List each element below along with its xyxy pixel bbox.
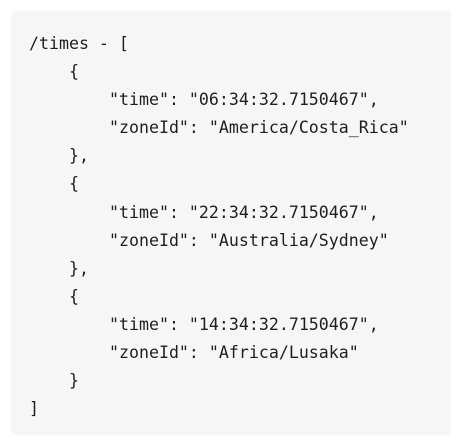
- code-line-close-brace: },: [69, 258, 89, 278]
- code-line-close-brace: }: [69, 371, 79, 391]
- code-line-open-brace: {: [69, 62, 79, 82]
- code-line-close-brace: },: [69, 146, 89, 166]
- code-line-time: "time": "06:34:32.7150467",: [109, 90, 379, 110]
- code-line-time: "time": "22:34:32.7150467",: [109, 202, 379, 222]
- code-line-endpoint: /times - [: [29, 34, 129, 53]
- code-line-open-brace: {: [69, 174, 79, 194]
- code-block: /times - [ { "time": "06:34:32.7150467",…: [11, 11, 451, 435]
- code-line-zone-id: "zoneId": "Australia/Sydney": [109, 230, 389, 250]
- code-line-zone-id: "zoneId": "America/Costa_Rica": [109, 118, 409, 138]
- code-line-open-brace: {: [69, 286, 79, 306]
- code-line-close-bracket: ]: [29, 399, 39, 419]
- code-line-time: "time": "14:34:32.7150467",: [109, 314, 379, 334]
- code-line-zone-id: "zoneId": "Africa/Lusaka": [109, 343, 359, 363]
